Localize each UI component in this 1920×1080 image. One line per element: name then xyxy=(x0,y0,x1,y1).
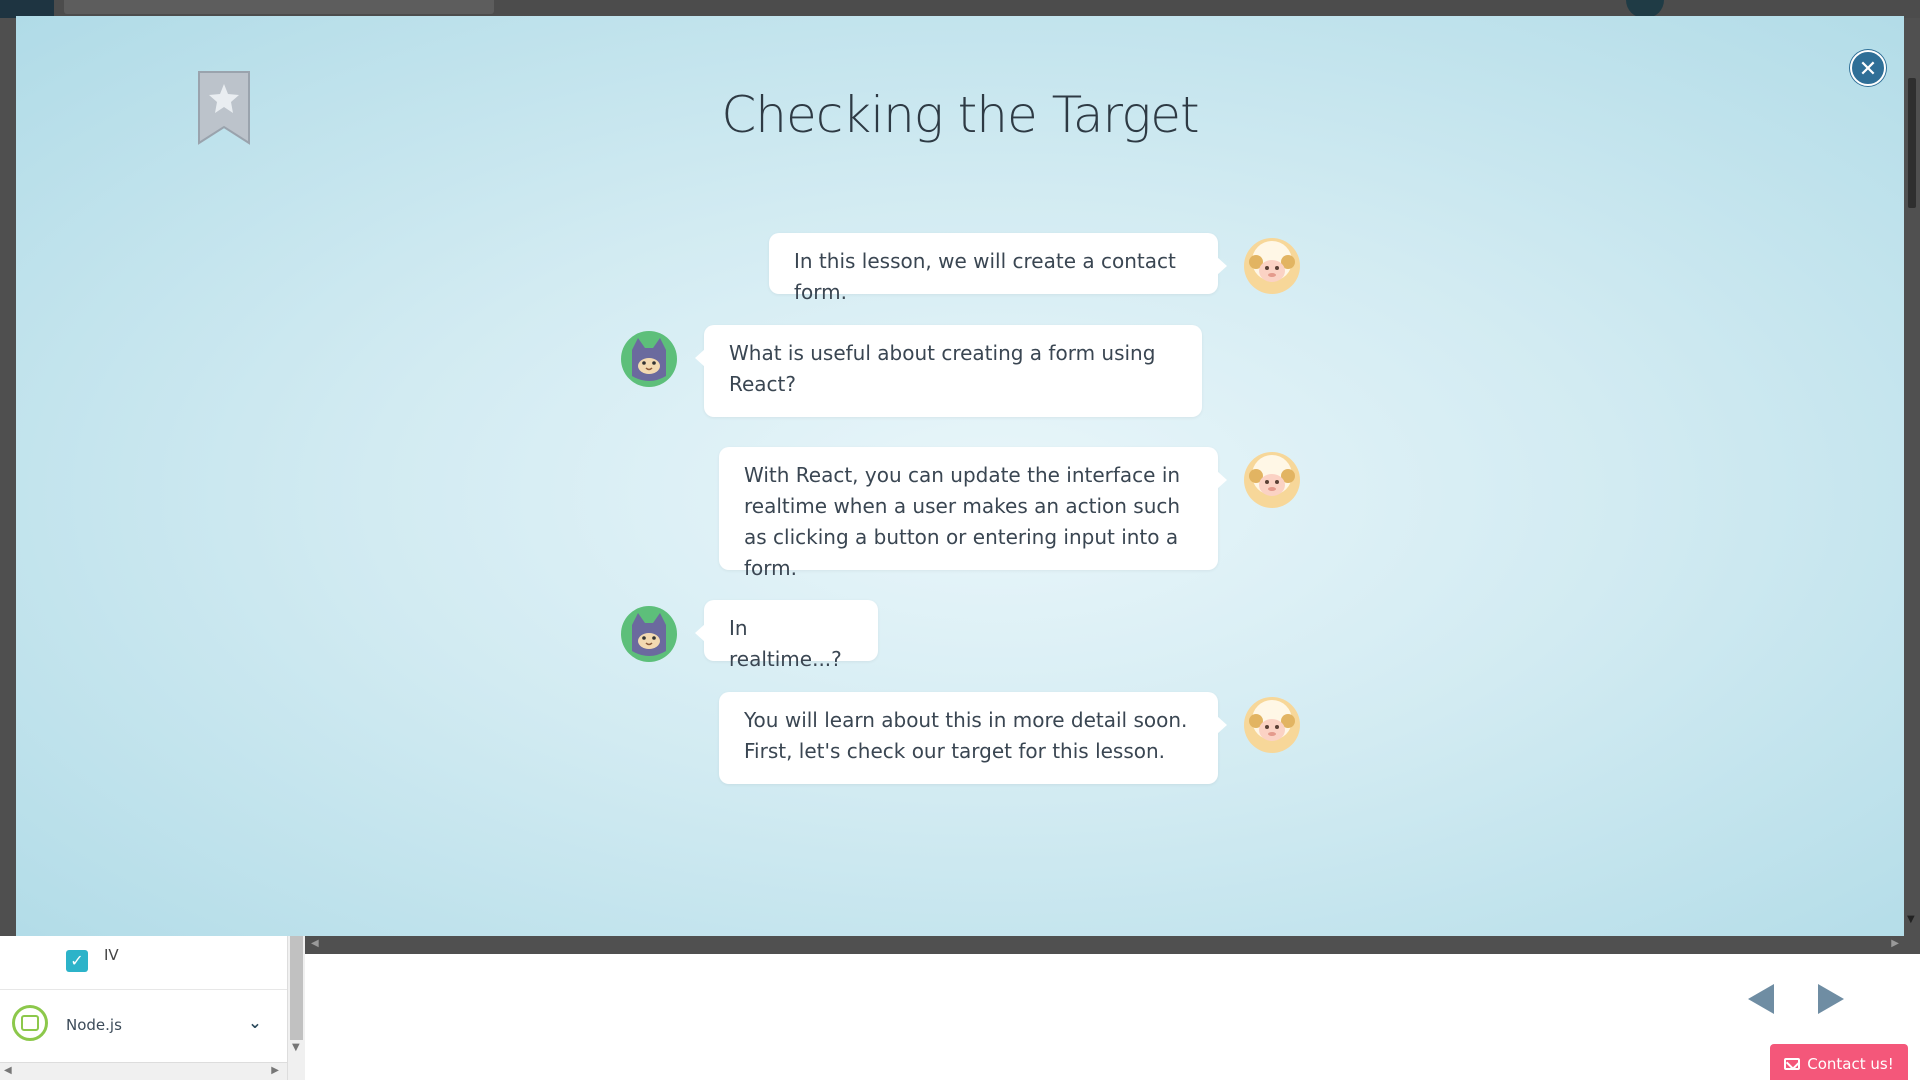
lesson-slide-modal: Checking the Target ✕ In this lesson, we… xyxy=(16,16,1904,936)
scroll-down-arrow-icon[interactable]: ▼ xyxy=(1907,914,1915,925)
contact-us-label: Contact us! xyxy=(1807,1055,1894,1073)
chat-text: In this lesson, we will create a contact… xyxy=(794,249,1176,304)
sheep-avatar-icon xyxy=(1244,697,1300,753)
scroll-left-arrow-icon[interactable]: ◀ xyxy=(311,938,319,949)
chevron-down-icon[interactable]: ⌄ xyxy=(244,1012,266,1034)
next-slide-button[interactable] xyxy=(1818,984,1848,1016)
chat-bubble: In this lesson, we will create a contact… xyxy=(769,233,1227,304)
sidebar-vertical-scrollbar[interactable]: ▼ xyxy=(287,936,305,1080)
chat-bubble: You will learn about this in more detail… xyxy=(719,692,1227,784)
scroll-down-arrow-icon[interactable]: ▼ xyxy=(292,1042,300,1053)
chat-text: In realtime...? xyxy=(729,616,842,671)
scroll-right-arrow-icon[interactable]: ▶ xyxy=(1891,938,1899,949)
checkmark-icon: ✓ xyxy=(66,950,88,972)
app-header-field[interactable] xyxy=(64,0,494,14)
nodejs-course-icon xyxy=(12,1005,48,1041)
sidebar-scrollbar-thumb[interactable] xyxy=(290,936,303,1040)
chat-text: With React, you can update the interface… xyxy=(744,463,1181,580)
chat-text: You will learn about this in more detail… xyxy=(744,708,1188,763)
chat-bubble: What is useful about creating a form usi… xyxy=(695,325,1202,417)
contact-us-button[interactable]: Contact us! xyxy=(1770,1044,1908,1080)
scroll-left-arrow-icon[interactable]: ◀ xyxy=(4,1065,12,1076)
sidebar-item-completed[interactable]: ✓ IV xyxy=(0,936,287,990)
sidebar-item-label: IV xyxy=(104,946,119,964)
next-arrow-icon xyxy=(1818,984,1844,1014)
mail-icon xyxy=(1784,1058,1801,1070)
scroll-right-arrow-icon[interactable]: ▶ xyxy=(271,1065,279,1076)
sheep-avatar-icon xyxy=(1244,452,1300,508)
page-scrollbar-thumb[interactable] xyxy=(1908,78,1916,208)
prev-slide-button[interactable] xyxy=(1748,984,1778,1016)
chat-bubble: With React, you can update the interface… xyxy=(719,447,1227,580)
editor-horizontal-scrollbar[interactable]: ◀ ▶ xyxy=(305,936,1905,954)
chat-bubble: In realtime...? xyxy=(695,600,878,671)
sidebar-horizontal-scrollbar[interactable]: ◀ ▶ xyxy=(0,1062,287,1080)
ninja-cat-avatar-icon xyxy=(621,606,677,662)
sidebar-course-nodejs[interactable]: Node.js ⌄ xyxy=(0,991,287,1058)
course-label: Node.js xyxy=(66,1016,122,1034)
course-sidebar: ✓ IV Node.js ⌄ xyxy=(0,936,305,1080)
page-scrollbar[interactable]: ▼ xyxy=(1904,18,1920,954)
prev-arrow-icon xyxy=(1748,984,1774,1014)
sheep-avatar-icon xyxy=(1244,238,1300,294)
dialogue: In this lesson, we will create a contact… xyxy=(16,16,1904,936)
chat-text: What is useful about creating a form usi… xyxy=(729,341,1156,396)
ninja-cat-avatar-icon xyxy=(621,331,677,387)
